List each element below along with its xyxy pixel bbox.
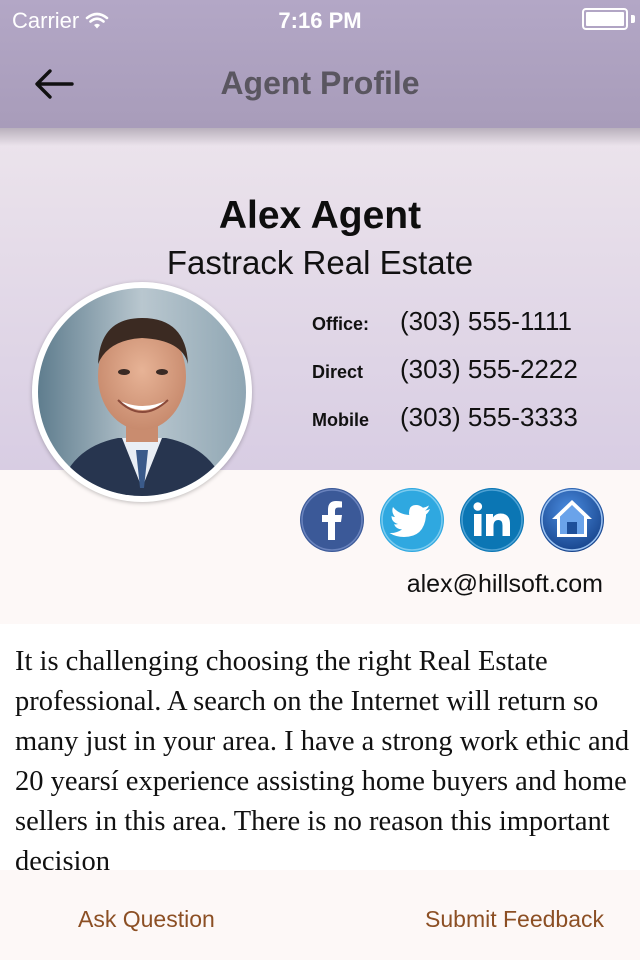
phone-label: Mobile [312, 410, 369, 430]
battery-tip [631, 15, 635, 23]
agent-name: Alex Agent [218, 194, 422, 237]
ask-question-button[interactable]: Ask Question [78, 906, 215, 933]
page-title: Agent Profile [220, 65, 420, 101]
facebook-icon [300, 488, 364, 552]
submit-feedback-button[interactable]: Submit Feedback [425, 906, 604, 933]
top-bar: Carrier 7:16 PM Agent Profile [0, 0, 640, 128]
battery-icon [582, 8, 628, 30]
agent-photo [38, 288, 246, 496]
agent-bio: It is challenging choosing the right Rea… [0, 624, 640, 870]
status-bar: Carrier 7:16 PM [0, 0, 640, 40]
bottom-bar: Ask Question Submit Feedback [0, 870, 640, 960]
phone-row-office: Office: (303) 555-1111 [312, 306, 632, 346]
phone-label: Direct [312, 362, 364, 382]
phone-direct-link[interactable]: (303) 555-2222 [400, 354, 578, 385]
home-icon [540, 488, 604, 552]
phone-row-mobile: Mobile (303) 555-3333 [312, 402, 632, 442]
header-shadow [0, 128, 640, 146]
status-time: 7:16 PM [278, 8, 362, 33]
avatar [32, 282, 252, 502]
twitter-button[interactable] [380, 488, 444, 552]
phone-label: Office: [312, 314, 370, 334]
phone-office-link[interactable]: (303) 555-1111 [400, 306, 572, 337]
linkedin-button[interactable] [460, 488, 524, 552]
facebook-button[interactable] [300, 488, 364, 552]
home-button[interactable] [540, 488, 604, 552]
twitter-icon [380, 488, 444, 552]
linkedin-icon [460, 488, 524, 552]
agent-company: Fastrack Real Estate [166, 244, 474, 281]
nav-bar: Agent Profile [0, 40, 640, 128]
bio-text: It is challenging choosing the right Rea… [15, 646, 630, 870]
agent-email-link[interactable]: alex@hillsoft.com [407, 570, 603, 599]
phone-mobile-link[interactable]: (303) 555-3333 [400, 402, 578, 433]
phone-row-direct: Direct (303) 555-2222 [312, 354, 632, 394]
